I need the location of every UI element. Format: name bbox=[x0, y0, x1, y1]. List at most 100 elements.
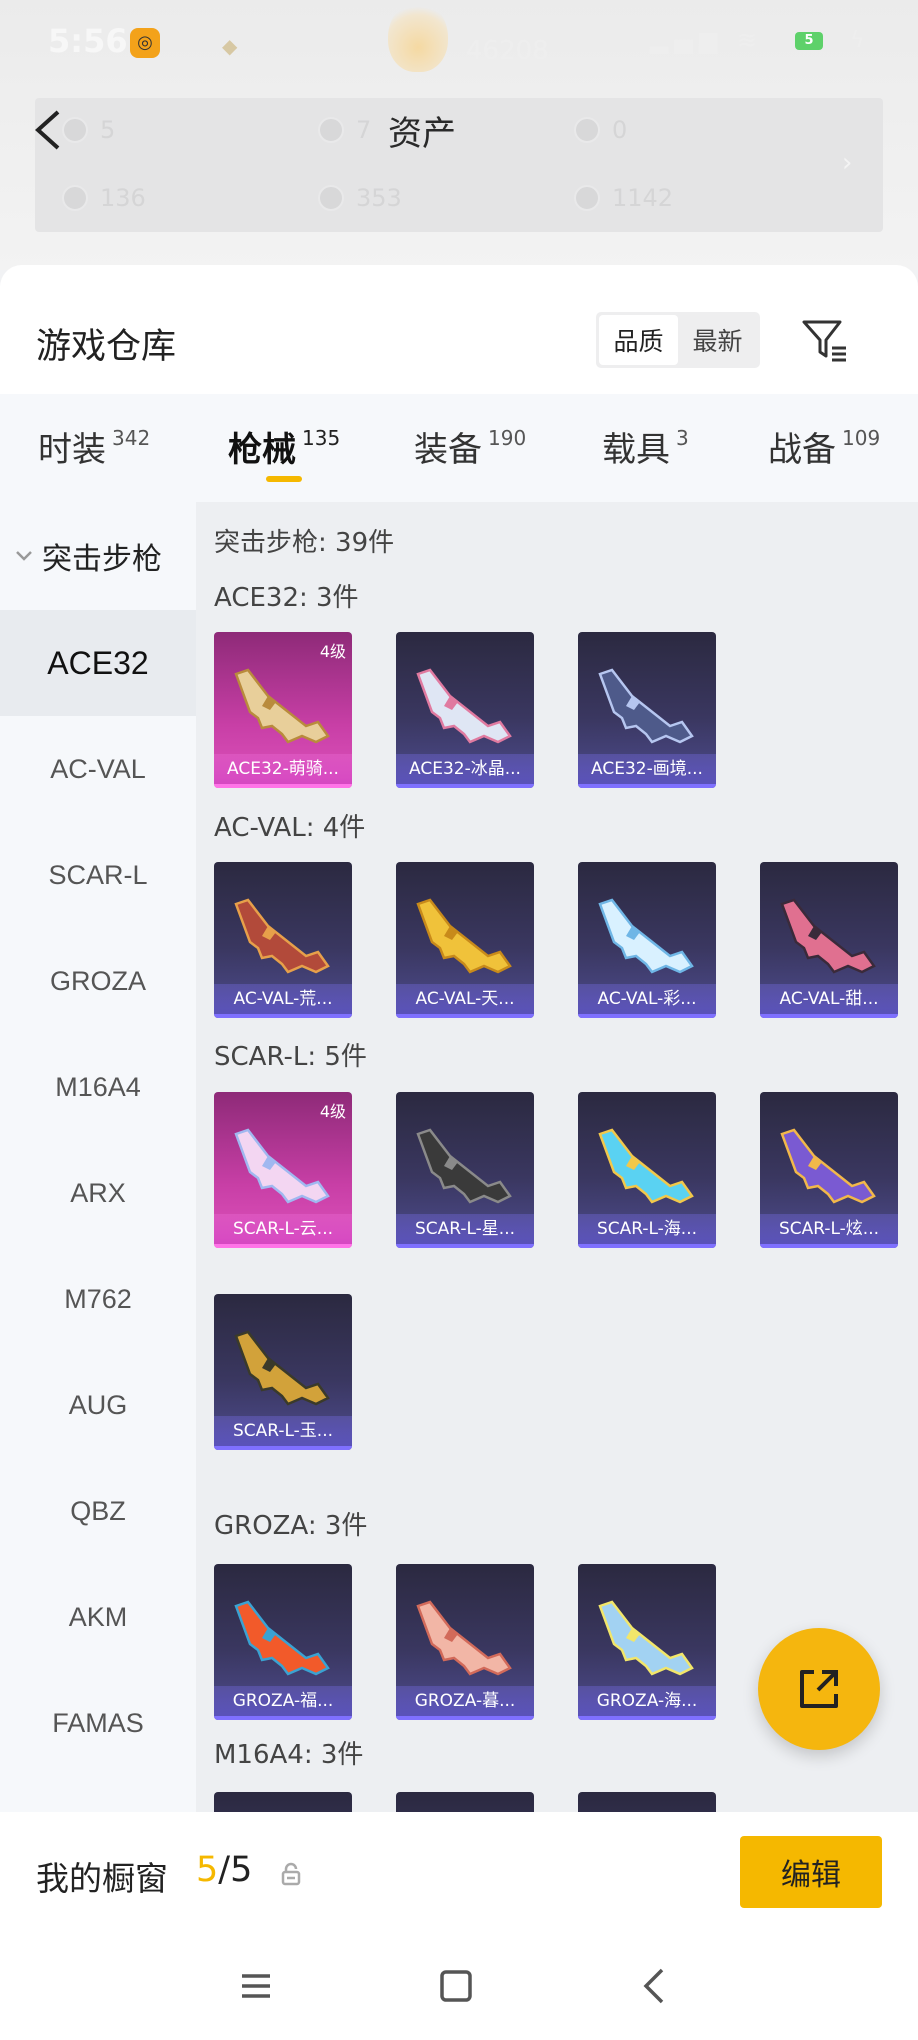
sidebar-item-m762[interactable]: M762 bbox=[0, 1246, 196, 1352]
skin-name: ACE32-冰晶... bbox=[396, 754, 534, 788]
skin-name: AC-VAL-甜... bbox=[760, 984, 898, 1018]
weapon-skin-card[interactable]: AC-VAL-甜... bbox=[760, 862, 898, 1018]
skin-name: AC-VAL-天... bbox=[396, 984, 534, 1018]
signal-wifi-icons: ▂▄▆ ≋ bbox=[650, 26, 764, 54]
tab-equipment[interactable]: 装备 190 bbox=[414, 422, 526, 471]
sidebar-item-ace32[interactable]: ACE32 bbox=[0, 610, 196, 716]
sidebar-item-ac-val[interactable]: AC-VAL bbox=[0, 716, 196, 822]
lock-icon bbox=[281, 1862, 301, 1886]
active-tab-indicator bbox=[266, 476, 302, 482]
asset-value: 136 bbox=[100, 184, 146, 212]
filter-icon[interactable] bbox=[800, 316, 848, 364]
tab-label: 装备 bbox=[414, 430, 482, 470]
sidebar-item-groza[interactable]: GROZA bbox=[0, 928, 196, 1034]
lightning-icon: ϟ bbox=[850, 28, 865, 53]
weapon-skin-card[interactable]: GROZA-福... bbox=[214, 1564, 352, 1720]
tab-label: 枪械 bbox=[228, 430, 296, 470]
weapon-skin-card[interactable]: SCAR-L-星... bbox=[396, 1092, 534, 1248]
weapon-skin-card[interactable]: AC-VAL-天... bbox=[396, 862, 534, 1018]
crystal-icon bbox=[62, 185, 88, 211]
section-header: SCAR-L: 5件 bbox=[214, 1042, 367, 1072]
weapon-skin-card[interactable]: AC-VAL-荒... bbox=[214, 862, 352, 1018]
asset-value: 5 bbox=[100, 116, 116, 144]
skin-name: ACE32-画境... bbox=[578, 754, 716, 788]
rifle-icon bbox=[780, 898, 876, 974]
section-header: M16A4: 3件 bbox=[214, 1740, 364, 1770]
skin-name: ACE32-萌骑... bbox=[214, 754, 352, 788]
tab-vehicles[interactable]: 载具 3 bbox=[602, 422, 689, 471]
tab-count: 190 bbox=[488, 426, 527, 450]
sidebar-item-arx[interactable]: ARX bbox=[0, 1140, 196, 1246]
tab-battle-gear[interactable]: 战备 109 bbox=[768, 422, 880, 471]
coin-icon bbox=[574, 185, 600, 211]
sidebar-group-label: 突击步枪 bbox=[42, 542, 162, 577]
skin-name: SCAR-L-炫... bbox=[760, 1214, 898, 1248]
tab-firearms[interactable]: 枪械 135 bbox=[228, 422, 340, 471]
total-count: 突击步枪: 39件 bbox=[214, 528, 395, 558]
weapon-skin-card[interactable]: 4级 ACE32-萌骑... bbox=[214, 632, 352, 788]
chevron-right-icon[interactable]: › bbox=[842, 148, 852, 178]
weapon-skin-card[interactable] bbox=[214, 1792, 352, 1812]
rifle-icon bbox=[234, 898, 330, 974]
weapon-skin-card[interactable]: SCAR-L-炫... bbox=[760, 1092, 898, 1248]
section-header: ACE32: 3件 bbox=[214, 583, 359, 613]
asset-item: 0 bbox=[574, 116, 627, 144]
skin-name: AC-VAL-彩... bbox=[578, 984, 716, 1018]
coin-icon bbox=[318, 185, 344, 211]
skin-name: AC-VAL-荒... bbox=[214, 984, 352, 1018]
asset-panel[interactable] bbox=[35, 98, 883, 232]
status-score: 46208 bbox=[466, 36, 549, 66]
showcase-count: 5/5 bbox=[196, 1850, 253, 1890]
weapon-skin-card[interactable]: AC-VAL-彩... bbox=[578, 862, 716, 1018]
sidebar-item-akm[interactable]: AKM bbox=[0, 1564, 196, 1670]
weapon-skin-card[interactable]: GROZA-海... bbox=[578, 1564, 716, 1720]
weapon-skin-card[interactable]: ACE32-画境... bbox=[578, 632, 716, 788]
asset-item: 136 bbox=[62, 184, 146, 212]
weapon-skin-card[interactable]: SCAR-L-海... bbox=[578, 1092, 716, 1248]
skin-level-badge: 4级 bbox=[319, 642, 346, 661]
showcase-total: 5 bbox=[230, 1850, 253, 1890]
rifle-icon bbox=[598, 668, 694, 744]
coin-icon bbox=[318, 117, 344, 143]
rifle-icon bbox=[234, 1128, 330, 1204]
home-icon[interactable] bbox=[436, 1966, 476, 2006]
weapon-skin-card[interactable]: GROZA-暮... bbox=[396, 1564, 534, 1720]
tab-count: 342 bbox=[112, 426, 151, 450]
asset-item: 7 bbox=[318, 116, 371, 144]
sidebar-item-aug[interactable]: AUG bbox=[0, 1352, 196, 1458]
rifle-icon bbox=[780, 1128, 876, 1204]
sort-quality-button[interactable]: 品质 bbox=[599, 315, 678, 365]
weapon-skin-card[interactable]: SCAR-L-玉... bbox=[214, 1294, 352, 1450]
tab-count: 3 bbox=[676, 426, 689, 450]
sidebar-item-scar-l[interactable]: SCAR-L bbox=[0, 822, 196, 928]
skin-level-badge: 4级 bbox=[319, 1102, 346, 1121]
sidebar-item-m16a4[interactable]: M16A4 bbox=[0, 1034, 196, 1140]
weapon-skin-card[interactable] bbox=[396, 1792, 534, 1812]
page-title: 资产 bbox=[388, 114, 456, 154]
coin-icon bbox=[574, 117, 600, 143]
sidebar-item-qbz[interactable]: QBZ bbox=[0, 1458, 196, 1564]
status-bar: 5:56 ◎ ◆ 46208 ▂▄▆ ≋ 5 ϟ bbox=[0, 0, 918, 90]
weapon-skin-list[interactable]: 突击步枪: 39件 ACE32: 3件 4级 ACE32-萌骑... ACE32-冰晶… bbox=[196, 502, 918, 1812]
menu-icon[interactable] bbox=[236, 1966, 276, 2006]
tab-label: 时装 bbox=[38, 430, 106, 470]
rifle-icon bbox=[234, 668, 330, 744]
weapon-skin-card[interactable] bbox=[578, 1792, 716, 1812]
edit-button[interactable]: 编辑 bbox=[740, 1836, 882, 1908]
weapon-skin-card[interactable]: ACE32-冰晶... bbox=[396, 632, 534, 788]
back-icon[interactable] bbox=[636, 1966, 676, 2006]
tab-fashion[interactable]: 时装 342 bbox=[38, 422, 150, 471]
section-header: AC-VAL: 4件 bbox=[214, 813, 366, 843]
rifle-icon bbox=[416, 898, 512, 974]
sort-newest-button[interactable]: 最新 bbox=[678, 315, 757, 365]
asset-value: 7 bbox=[356, 116, 372, 144]
rifle-icon bbox=[416, 1128, 512, 1204]
share-icon bbox=[800, 1670, 838, 1708]
sidebar-group-assault-rifle[interactable]: 突击步枪 bbox=[14, 534, 162, 578]
weapon-skin-card[interactable]: 4级 SCAR-L-云... bbox=[214, 1092, 352, 1248]
share-button[interactable] bbox=[758, 1628, 880, 1750]
sidebar-item-famas[interactable]: FAMAS bbox=[0, 1670, 196, 1776]
asset-item: 1142 bbox=[574, 184, 673, 212]
skin-name: SCAR-L-云... bbox=[214, 1214, 352, 1248]
tab-label: 战备 bbox=[768, 430, 836, 470]
